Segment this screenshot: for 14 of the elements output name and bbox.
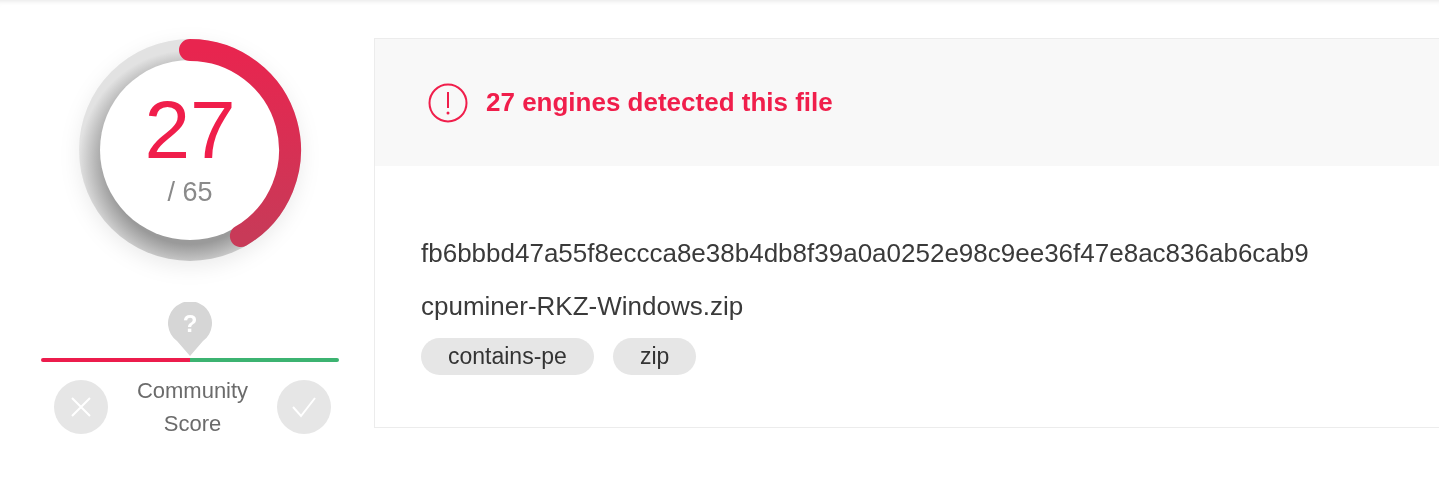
tag-chip[interactable]: zip [612,338,697,375]
detection-count: 27 [144,88,236,171]
community-score-label: Community Score [135,377,250,438]
file-hash: fb6bbbd47a55f8eccca8e38b4db8f39a0a0252e98c9ee36f47e8ac836ab6cab9 [421,238,1309,269]
community-score-marker: ? [168,302,212,356]
engine-total: / 65 [167,176,213,208]
detection-message: 27 engines detected this file [486,87,833,118]
tag-chip[interactable]: contains-pe [421,338,594,375]
vote-harmless-button[interactable] [277,380,331,434]
checkmark-icon [291,396,317,418]
file-name: cpuminer-RKZ-Windows.zip [421,291,744,322]
close-icon [70,396,92,418]
vote-harmful-button[interactable] [54,380,108,434]
alert-icon [428,82,468,123]
